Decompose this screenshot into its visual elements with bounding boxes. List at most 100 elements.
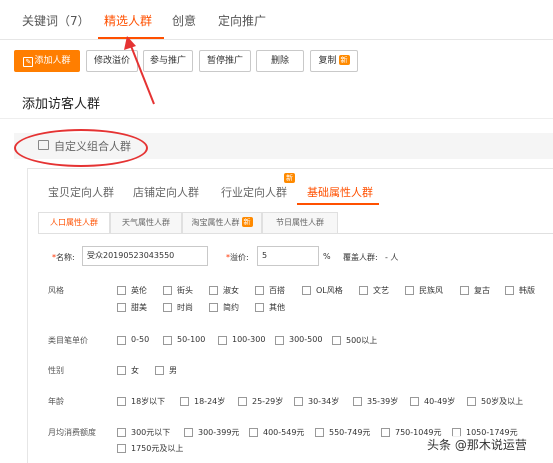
checkbox[interactable] xyxy=(332,336,341,345)
style-option: 韩版 xyxy=(519,286,535,295)
spend-option: 550-749元 xyxy=(329,428,371,437)
age-option: 18-24岁 xyxy=(194,397,226,406)
name-field-label: *名称: xyxy=(52,253,75,262)
checkbox[interactable] xyxy=(163,286,172,295)
type-tab-underline xyxy=(38,233,553,234)
style-option: 时尚 xyxy=(177,303,193,312)
checkbox[interactable] xyxy=(467,397,476,406)
style-label: 风格 xyxy=(48,286,64,295)
type-tab-weather[interactable]: 天气属性人群 xyxy=(110,212,182,234)
style-option: 淑女 xyxy=(223,286,239,295)
checkbox[interactable] xyxy=(155,366,164,375)
age-option: 30-34岁 xyxy=(308,397,340,406)
checkbox[interactable] xyxy=(302,286,311,295)
style-option: OL风格 xyxy=(316,286,343,295)
style-option: 街头 xyxy=(177,286,193,295)
gender-label: 性别 xyxy=(48,366,64,375)
gender-option: 女 xyxy=(131,366,139,375)
type-tab-demographic[interactable]: 人口属性人群 xyxy=(38,212,110,234)
pause-promo-button[interactable]: 暂停推广 xyxy=(199,50,251,72)
builder-tab-industry[interactable]: 行业定向人群 xyxy=(221,184,287,200)
checkbox[interactable] xyxy=(294,397,303,406)
checkbox[interactable] xyxy=(410,397,419,406)
age-option: 35-39岁 xyxy=(367,397,399,406)
checkbox[interactable] xyxy=(275,336,284,345)
cover-label: 覆盖人群: xyxy=(343,253,378,262)
type-tab-taobao[interactable]: 淘宝属性人群新 xyxy=(182,212,262,234)
bid-input[interactable]: 5 xyxy=(257,246,319,266)
bid-field-label: *溢价: xyxy=(226,253,249,262)
style-option: 民族风 xyxy=(419,286,443,295)
spend-option: 300-399元 xyxy=(198,428,240,437)
watermark: 头条 @那木说运营 xyxy=(427,436,527,453)
checkbox[interactable] xyxy=(117,303,126,312)
checkbox[interactable] xyxy=(359,286,368,295)
builder-new-badge: 新 xyxy=(284,173,295,183)
type-tab-holiday[interactable]: 节日属性人群 xyxy=(262,212,338,234)
spend-option: 400-549元 xyxy=(263,428,305,437)
spend-label: 月均消费额度 xyxy=(48,428,96,437)
checkbox[interactable] xyxy=(460,286,469,295)
checkbox[interactable] xyxy=(238,397,247,406)
delete-button[interactable]: 删除 xyxy=(256,50,304,72)
builder-tab-basic[interactable]: 基础属性人群 xyxy=(307,184,373,200)
annotation-ellipse xyxy=(14,129,148,167)
age-label: 年龄 xyxy=(48,397,64,406)
checkbox[interactable] xyxy=(405,286,414,295)
type-tab-taobao-label: 淘宝属性人群 xyxy=(191,218,240,227)
checkbox[interactable] xyxy=(117,336,126,345)
checkbox[interactable] xyxy=(209,303,218,312)
spend-option: 1750元及以上 xyxy=(131,444,184,453)
spend-option: 300元以下 xyxy=(131,428,171,437)
bid-unit: % xyxy=(323,252,331,261)
checkbox[interactable] xyxy=(117,428,126,437)
builder-active-underline xyxy=(297,203,379,205)
checkbox[interactable] xyxy=(505,286,514,295)
checkbox[interactable] xyxy=(255,286,264,295)
checkbox[interactable] xyxy=(315,428,324,437)
checkbox[interactable] xyxy=(180,397,189,406)
gender-option: 男 xyxy=(169,366,177,375)
style-option: 甜美 xyxy=(131,303,147,312)
cover-value: - 人 xyxy=(385,253,399,262)
price-option: 500以上 xyxy=(346,336,378,345)
divider xyxy=(0,118,553,119)
age-option: 18岁以下 xyxy=(131,397,166,406)
tab-creative[interactable]: 创意 xyxy=(172,12,196,29)
checkbox[interactable] xyxy=(381,428,390,437)
checkbox[interactable] xyxy=(249,428,258,437)
checkbox[interactable] xyxy=(163,336,172,345)
builder-tab-shop[interactable]: 店铺定向人群 xyxy=(133,184,199,200)
price-option: 50-100 xyxy=(177,335,206,344)
style-option: 其他 xyxy=(269,303,285,312)
checkbox[interactable] xyxy=(353,397,362,406)
age-option: 50岁及以上 xyxy=(481,397,524,406)
price-option: 100-300 xyxy=(232,335,266,344)
checkbox[interactable] xyxy=(163,303,172,312)
style-option: 英伦 xyxy=(131,286,147,295)
checkbox[interactable] xyxy=(117,286,126,295)
price-option: 300-500 xyxy=(289,335,323,344)
style-option: 文艺 xyxy=(373,286,389,295)
builder-tab-item[interactable]: 宝贝定向人群 xyxy=(48,184,114,200)
checkbox[interactable] xyxy=(117,366,126,375)
name-input[interactable]: 受众20190523043550 xyxy=(82,246,208,266)
tab-targeted-promo[interactable]: 定向推广 xyxy=(218,12,266,29)
checkbox[interactable] xyxy=(184,428,193,437)
toolbar: ✎ 添加人群 修改溢价 参与推广 暂停推广 删除 复制新 xyxy=(0,50,553,78)
checkbox[interactable] xyxy=(117,397,126,406)
type-new-badge: 新 xyxy=(241,217,253,227)
checkbox[interactable] xyxy=(218,336,227,345)
style-option: 简约 xyxy=(223,303,239,312)
copy-button[interactable]: 复制新 xyxy=(310,50,358,72)
tab-keywords[interactable]: 关键词（7） xyxy=(22,12,90,29)
checkbox[interactable] xyxy=(209,286,218,295)
checkbox[interactable] xyxy=(255,303,264,312)
modify-bid-button[interactable]: 修改溢价 xyxy=(86,50,138,72)
add-crowd-button[interactable]: ✎ 添加人群 xyxy=(14,50,80,72)
style-option: 百搭 xyxy=(269,286,285,295)
checkbox[interactable] xyxy=(117,444,126,453)
edit-icon: ✎ xyxy=(23,57,34,67)
join-promo-button[interactable]: 参与推广 xyxy=(143,50,193,72)
tab-featured-crowd[interactable]: 精选人群 xyxy=(104,12,152,29)
